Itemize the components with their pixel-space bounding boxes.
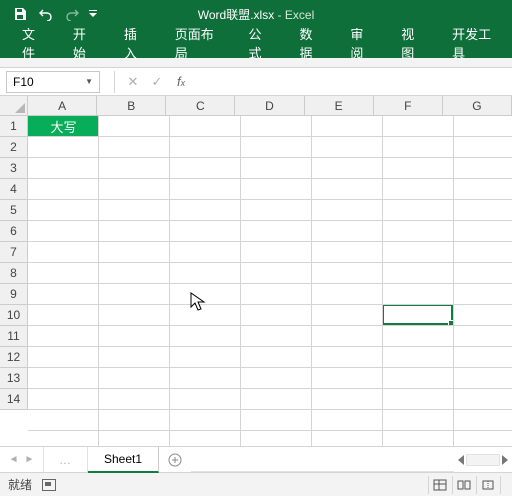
tab-developer[interactable]: 开发工具 (438, 28, 512, 58)
col-header-E[interactable]: E (305, 96, 374, 116)
sheet-overflow[interactable]: … (44, 447, 88, 472)
tab-data[interactable]: 数据 (285, 28, 336, 58)
quick-access-toolbar (0, 0, 100, 28)
col-header-D[interactable]: D (235, 96, 304, 116)
formula-input[interactable] (201, 71, 506, 93)
row-header-9[interactable]: 9 (0, 284, 28, 305)
row-header-8[interactable]: 8 (0, 263, 28, 284)
sheet-nav-buttons[interactable]: ◄► (0, 447, 44, 472)
formula-bar-row: F10 ▼ ✕ ✓ fx (0, 68, 512, 96)
name-box[interactable]: F10 ▼ (6, 71, 100, 93)
window-title: Word联盟.xlsx - Excel (198, 6, 314, 23)
view-page-layout-button[interactable] (452, 476, 474, 494)
row-header-3[interactable]: 3 (0, 158, 28, 179)
sheet-tab-1[interactable]: Sheet1 (88, 447, 159, 473)
row-header-7[interactable]: 7 (0, 242, 28, 263)
col-header-C[interactable]: C (166, 96, 235, 116)
tab-formulas[interactable]: 公式 (235, 28, 286, 58)
name-box-value: F10 (13, 75, 34, 89)
save-button[interactable] (8, 2, 32, 26)
row-header-4[interactable]: 4 (0, 179, 28, 200)
enter-formula-button: ✓ (145, 71, 169, 93)
view-page-break-button[interactable] (476, 476, 498, 494)
select-all-corner[interactable] (0, 96, 28, 116)
status-text: 就绪 (8, 476, 32, 493)
row-header-10[interactable]: 10 (0, 305, 28, 326)
row-header-11[interactable]: 11 (0, 326, 28, 347)
macro-record-icon[interactable] (42, 479, 56, 491)
tab-home[interactable]: 开始 (59, 28, 110, 58)
col-header-A[interactable]: A (28, 96, 97, 116)
chevron-down-icon[interactable]: ▼ (85, 77, 93, 86)
row-header-13[interactable]: 13 (0, 368, 28, 389)
col-header-B[interactable]: B (97, 96, 166, 116)
zoom-separator (500, 476, 504, 494)
add-sheet-button[interactable] (159, 447, 191, 472)
view-normal-button[interactable] (428, 476, 450, 494)
qat-customize-button[interactable] (86, 2, 100, 26)
worksheet-grid[interactable]: ABCDEFG 1234567891011121314 大写 (0, 96, 512, 446)
row-header-12[interactable]: 12 (0, 347, 28, 368)
undo-button[interactable] (34, 2, 58, 26)
tab-page-layout[interactable]: 页面布局 (161, 28, 235, 58)
tab-insert[interactable]: 插入 (110, 28, 161, 58)
redo-button[interactable] (60, 2, 84, 26)
col-header-G[interactable]: G (443, 96, 512, 116)
tab-file[interactable]: 文件 (8, 28, 59, 58)
row-header-2[interactable]: 2 (0, 137, 28, 158)
active-cell-selection (382, 304, 453, 325)
fx-icon[interactable]: fx (169, 74, 193, 89)
row-header-14[interactable]: 14 (0, 389, 28, 410)
ribbon-tabs: 文件 开始 插入 页面布局 公式 数据 审阅 视图 开发工具 (0, 28, 512, 58)
cell-A1[interactable]: 大写 (28, 116, 99, 137)
tab-review[interactable]: 审阅 (336, 28, 387, 58)
row-header-6[interactable]: 6 (0, 221, 28, 242)
status-bar: 就绪 (0, 472, 512, 496)
col-header-F[interactable]: F (374, 96, 443, 116)
row-header-1[interactable]: 1 (0, 116, 28, 137)
sheet-tab-bar: ◄► … Sheet1 (0, 446, 512, 472)
cancel-formula-button: ✕ (121, 71, 145, 93)
row-header-5[interactable]: 5 (0, 200, 28, 221)
title-bar: Word联盟.xlsx - Excel (0, 0, 512, 28)
horizontal-scrollbar[interactable] (454, 447, 512, 472)
tab-view[interactable]: 视图 (387, 28, 438, 58)
